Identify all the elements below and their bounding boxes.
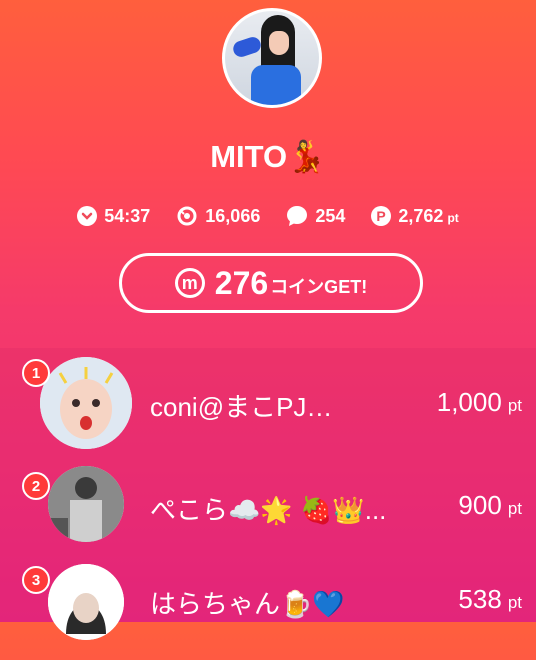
rank-badge: 1 (22, 359, 50, 387)
profile-name: MITO💃 (210, 139, 326, 174)
user-points-value: 538 (458, 584, 502, 614)
comment-bubble-icon (286, 205, 308, 227)
points-p-icon: P (371, 206, 392, 226)
user-avatar[interactable] (40, 357, 132, 449)
stat-comments: 254 (286, 205, 345, 227)
views-icon (176, 205, 198, 227)
user-name: ぺこら☁️🌟 🍓👑... (150, 495, 387, 525)
user-name: はらちゃん🍺💙 (150, 589, 345, 619)
ranking-row-3[interactable]: 3 はらちゃん🍺💙 538 pt (0, 560, 536, 660)
clock-icon (77, 206, 98, 226)
user-points-value: 900 (458, 490, 502, 520)
profile-header: MITO💃 54:37 16,066 254 P 2,762 pt m 276 … (0, 0, 536, 348)
stat-points: P 2,762 pt (371, 205, 459, 227)
user-points-unit: pt (507, 396, 522, 415)
stats-row: 54:37 16,066 254 P 2,762 pt (0, 203, 536, 229)
rank-badge: 3 (22, 566, 50, 594)
coin-m-icon: m (174, 268, 205, 298)
user-points: 1,000 pt (437, 387, 522, 418)
svg-text:P: P (377, 208, 386, 224)
user-avatar[interactable] (48, 564, 124, 640)
rank-badge: 2 (22, 472, 50, 500)
ranking-list: 1 coni@まこPJ… 1,000 pt 2 ぺこら☁️🌟 🍓👑... 900 p… (0, 348, 536, 640)
profile-avatar[interactable] (222, 8, 322, 108)
user-points-value: 1,000 (436, 387, 502, 417)
ranking-row-2[interactable]: 2 ぺこら☁️🌟 🍓👑... 900 pt (0, 460, 536, 560)
user-points-unit: pt (507, 499, 522, 518)
stat-points-unit: pt (447, 210, 459, 225)
user-points: 900 pt (458, 490, 522, 521)
coin-amount: 276 (214, 264, 269, 301)
stat-comments-value: 254 (315, 205, 346, 226)
user-points-unit: pt (507, 593, 522, 612)
ranking-row-1[interactable]: 1 coni@まこPJ… 1,000 pt (0, 353, 536, 453)
stat-views-value: 16,066 (205, 205, 261, 226)
user-name: coni@まこPJ… (150, 392, 333, 422)
user-points: 538 pt (458, 584, 522, 615)
stat-time: 54:37 (77, 206, 150, 227)
user-avatar[interactable] (48, 466, 124, 542)
coin-get-button[interactable]: m 276 コインGET! (119, 253, 423, 313)
coin-get-label: コインGET! (270, 277, 368, 297)
stat-time-value: 54:37 (104, 205, 151, 226)
stat-points-value: 2,762 (398, 205, 444, 226)
stat-views: 16,066 (176, 205, 260, 227)
